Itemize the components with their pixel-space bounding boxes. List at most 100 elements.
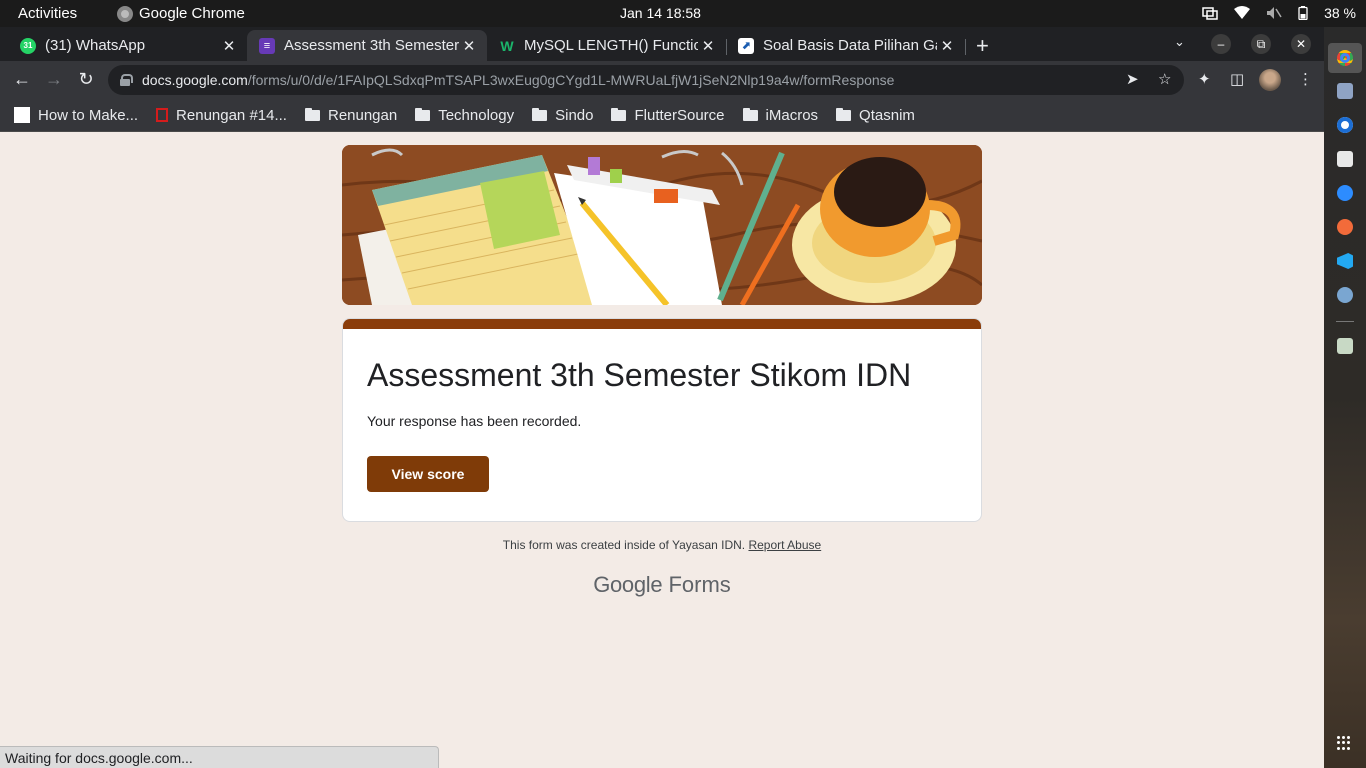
- files-icon[interactable]: [1337, 83, 1353, 99]
- confirmation-message: Your response has been recorded.: [367, 413, 582, 429]
- tab-divider: [965, 39, 966, 55]
- status-bubble: Waiting for docs.google.com...: [0, 746, 439, 768]
- forms-wordmark: Forms: [668, 572, 731, 597]
- wifi-icon: [1234, 6, 1251, 19]
- tab-title: Assessment 3th Semester: [284, 37, 459, 54]
- ubuntu-dock: [1324, 27, 1366, 768]
- screen: Activities Google Chrome Jan 14 18:58 38…: [0, 0, 1366, 768]
- red-square-favicon-icon: [156, 108, 169, 122]
- folder-icon: [532, 107, 548, 121]
- reload-icon[interactable]: ↻: [75, 69, 97, 90]
- footer-text: This form was created inside of Yayasan …: [502, 538, 746, 552]
- url-host: docs.google.com: [142, 72, 248, 88]
- close-icon[interactable]: ✕: [698, 37, 718, 55]
- forward-arrow-icon[interactable]: →: [43, 69, 65, 90]
- folder-icon: [836, 107, 852, 121]
- bookmark-star-icon[interactable]: ☆: [1158, 70, 1171, 88]
- tab-title: MySQL LENGTH() Functio: [524, 37, 698, 54]
- bookmark-label: Sindo: [555, 106, 594, 124]
- form-title: Assessment 3th Semester Stikom IDN: [367, 357, 912, 393]
- close-icon[interactable]: ✕: [219, 37, 239, 55]
- close-icon[interactable]: ✕: [937, 37, 957, 55]
- bookmark-label: FlutterSource: [634, 106, 725, 124]
- tab-assessment[interactable]: ≡ Assessment 3th Semester ✕: [247, 30, 487, 61]
- folder-icon: [611, 107, 627, 121]
- bookmark-folder-qtasnim[interactable]: Qtasnim: [836, 107, 915, 124]
- vscode-icon[interactable]: [1337, 253, 1353, 269]
- desk-illustration: [342, 145, 982, 305]
- form-footer-note: This form was created inside of Yayasan …: [0, 538, 1324, 552]
- close-icon[interactable]: ✕: [459, 37, 479, 55]
- app-name-label: Google Chrome: [139, 5, 245, 22]
- address-bar[interactable]: docs.google.com/forms/u/0/d/e/1FAIpQLSdx…: [108, 65, 1184, 95]
- folder-icon: [415, 107, 431, 121]
- browser-app-icon[interactable]: [1337, 117, 1353, 133]
- tab-mysql-length[interactable]: W MySQL LENGTH() Functio ✕: [487, 30, 726, 61]
- tab-soal-basis-data[interactable]: ⬈ Soal Basis Data Pilihan Ga ✕: [726, 30, 965, 61]
- document-viewer-icon[interactable]: [1337, 151, 1353, 167]
- bookmark-label: How to Make...: [38, 106, 139, 124]
- new-tab-button[interactable]: +: [976, 33, 989, 59]
- bookmarks-bar: How to Make... Renungan #14... Renungan …: [0, 99, 1324, 132]
- system-tray[interactable]: 38 %: [1202, 5, 1356, 21]
- whatsapp-icon: 31: [20, 37, 36, 54]
- bookmark-label: Technology: [438, 106, 515, 124]
- google-wordmark: Google: [593, 572, 663, 597]
- bookmark-label: Qtasnim: [859, 106, 915, 124]
- report-abuse-link[interactable]: Report Abuse: [748, 538, 821, 552]
- card-accent-bar: [343, 319, 981, 329]
- tab-search-chevron-icon[interactable]: ⌄: [1174, 34, 1185, 50]
- volume-muted-icon: [1267, 7, 1282, 19]
- folder-icon: [742, 107, 758, 121]
- side-panel-icon[interactable]: ◫: [1230, 70, 1244, 88]
- bookmark-folder-fluttersource[interactable]: FlutterSource: [611, 106, 725, 124]
- postgresql-icon[interactable]: [1337, 287, 1353, 303]
- google-forms-logo[interactable]: Google Forms: [0, 572, 1324, 598]
- minimize-button[interactable]: –: [1211, 34, 1231, 54]
- bookmark-label: Renungan #14...: [176, 106, 287, 124]
- tab-title: Soal Basis Data Pilihan Ga: [763, 37, 937, 54]
- dock-separator: [1336, 321, 1354, 322]
- url-path: /forms/u/0/d/e/1FAIpQLSdxqPmTSAPL3wxEug0…: [247, 72, 895, 88]
- form-header-banner: [342, 145, 982, 305]
- battery-percent: 38 %: [1324, 5, 1356, 21]
- profile-avatar[interactable]: [1259, 69, 1281, 91]
- bookmark-folder-imacros[interactable]: iMacros: [742, 106, 819, 124]
- site-favicon-icon: ⬈: [738, 37, 754, 54]
- close-window-button[interactable]: ✕: [1291, 34, 1311, 54]
- bookmark-folder-sindo[interactable]: Sindo: [532, 107, 593, 124]
- bookmark-folder-renungan[interactable]: Renungan: [304, 106, 398, 124]
- kebab-menu-icon[interactable]: ⋮: [1298, 70, 1313, 88]
- screen-share-icon: [1202, 7, 1218, 20]
- bookmark-label: iMacros: [765, 106, 819, 124]
- chrome-icon[interactable]: [1337, 50, 1353, 66]
- chrome-icon: [117, 5, 133, 22]
- clock[interactable]: Jan 14 18:58: [620, 5, 701, 21]
- zoom-icon[interactable]: [1337, 185, 1353, 201]
- restore-button[interactable]: ⧉: [1251, 34, 1271, 54]
- activities-button[interactable]: Activities: [18, 5, 77, 22]
- view-score-button[interactable]: View score: [367, 456, 489, 492]
- confirmation-card: Assessment 3th Semester Stikom IDN Your …: [342, 318, 982, 522]
- browser-toolbar: ← → ↻ docs.google.com/forms/u/0/d/e/1FAI…: [0, 61, 1324, 99]
- tab-strip: 31 (31) WhatsApp ✕ ≡ Assessment 3th Seme…: [0, 27, 1324, 61]
- w3resource-icon: W: [500, 37, 514, 54]
- bookmark-folder-technology[interactable]: Technology: [415, 107, 514, 124]
- bookmark-renungan-14[interactable]: Renungan #14...: [156, 107, 287, 124]
- lock-icon[interactable]: [120, 74, 133, 86]
- app-menu[interactable]: Google Chrome: [117, 5, 245, 22]
- tab-whatsapp[interactable]: 31 (31) WhatsApp ✕: [8, 30, 247, 61]
- show-apps-grid-icon[interactable]: [1337, 736, 1351, 750]
- postman-icon[interactable]: [1337, 219, 1353, 235]
- battery-icon: [1298, 6, 1308, 20]
- folder-icon: [304, 107, 320, 121]
- page-content: Assessment 3th Semester Stikom IDN Your …: [0, 132, 1324, 768]
- bookmark-label: Renungan: [327, 106, 398, 124]
- back-arrow-icon[interactable]: ←: [11, 69, 33, 90]
- system-top-bar: Activities Google Chrome Jan 14 18:58 38…: [0, 0, 1366, 27]
- trash-icon[interactable]: [1337, 338, 1353, 354]
- bookmark-how-to-make[interactable]: How to Make...: [14, 107, 138, 124]
- share-icon[interactable]: ➤: [1126, 70, 1139, 88]
- tab-title: (31) WhatsApp: [45, 37, 146, 54]
- extensions-puzzle-icon[interactable]: ✦: [1198, 70, 1211, 88]
